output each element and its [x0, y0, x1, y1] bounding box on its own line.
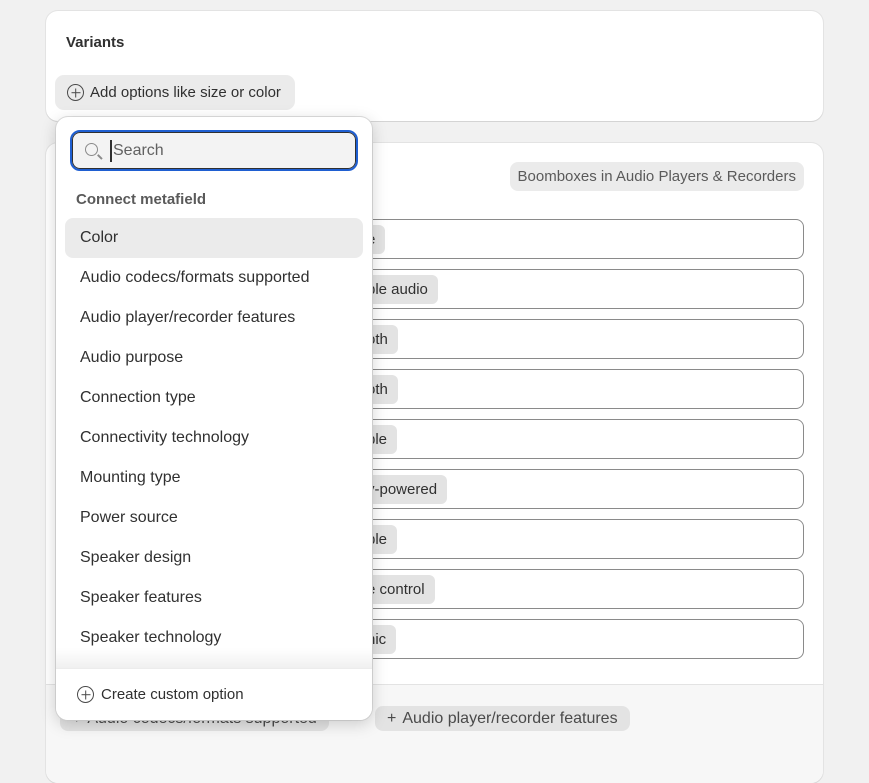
add-options-button[interactable]: Add options like size or color	[55, 75, 295, 110]
section-heading: Connect metafield	[76, 191, 207, 208]
plus-circle-icon	[67, 84, 84, 101]
options-dropdown: Connect metafield ColorAudio codecs/form…	[56, 117, 372, 720]
add-options-label: Add options like size or color	[90, 84, 281, 101]
plus-circle-icon	[77, 686, 94, 703]
metafield-value-field[interactable]: oth	[296, 369, 804, 409]
create-custom-option-button[interactable]: Create custom option	[56, 668, 372, 720]
metafield-value-field[interactable]: ble	[296, 519, 804, 559]
dropdown-item[interactable]: Connection type	[65, 378, 363, 418]
search-field[interactable]	[70, 130, 358, 171]
search-icon	[85, 143, 98, 156]
dropdown-item[interactable]: Audio codecs/formats supported	[65, 258, 363, 298]
metafield-value-field[interactable]: nic	[296, 619, 804, 659]
scroll-fade	[56, 648, 372, 668]
dropdown-item[interactable]: Power source	[65, 498, 363, 538]
dropdown-item[interactable]: Speaker design	[65, 538, 363, 578]
metafield-value-field[interactable]: oth	[296, 319, 804, 359]
dropdown-item[interactable]: Audio purpose	[65, 338, 363, 378]
variants-card: Variants Add options like size or color	[46, 11, 823, 121]
dropdown-item[interactable]: Color	[65, 218, 363, 258]
search-input[interactable]	[110, 140, 340, 162]
metafield-value-field[interactable]: e control	[296, 569, 804, 609]
dropdown-item[interactable]: Connectivity technology	[65, 418, 363, 458]
metafield-value-field[interactable]: e	[296, 219, 804, 259]
dropdown-item[interactable]: Audio player/recorder features	[65, 298, 363, 338]
plus-icon: +	[387, 709, 397, 727]
metafield-value-field[interactable]: y-powered	[296, 469, 804, 509]
dropdown-item[interactable]: Speaker features	[65, 578, 363, 618]
metafield-value-field[interactable]: ble	[296, 419, 804, 459]
metafield-value-field[interactable]: ble audio	[296, 269, 804, 309]
add-audio-player-features-chip[interactable]: + Audio player/recorder features	[375, 706, 630, 731]
variants-title: Variants	[66, 34, 125, 51]
dropdown-item[interactable]: Mounting type	[65, 458, 363, 498]
category-badge: Boomboxes in Audio Players & Recorders	[509, 162, 804, 191]
